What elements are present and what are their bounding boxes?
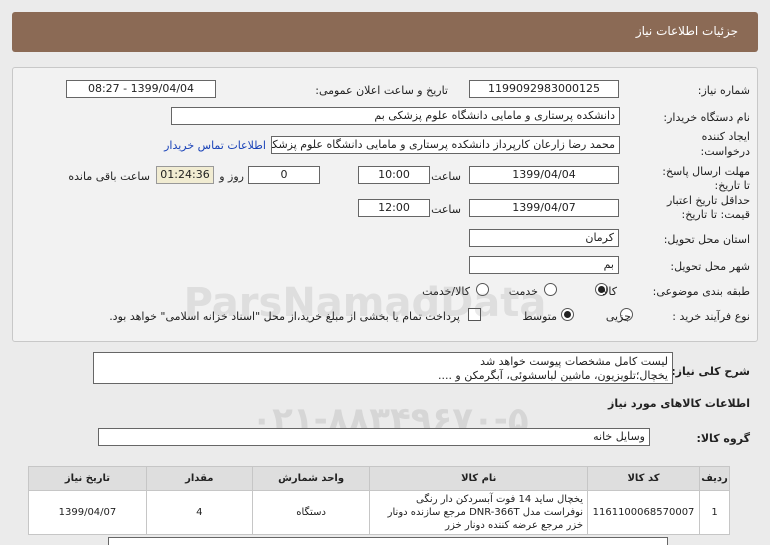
cell-row: 1 [699, 490, 730, 535]
cell-qty: 4 [145, 490, 253, 535]
buyer-contact-link[interactable]: اطلاعات تماس خریدار [164, 139, 266, 152]
page-title: جزئیات اطلاعات نیاز [635, 24, 738, 38]
cell-code: 1161100068570007 [587, 490, 701, 535]
validity-label-2: قیمت: تا تاریخ: [681, 208, 750, 221]
buyer-notes-box [108, 537, 668, 545]
deadline-date-field: 1399/04/04 [469, 166, 619, 184]
goods-group-field: وسایل خانه [98, 428, 650, 446]
announce-field: 1399/04/04 - 08:27 [66, 80, 216, 98]
col-qty: مقدار [145, 466, 253, 491]
goods-group-label: گروه کالا: [696, 432, 750, 445]
process-label: نوع فرآیند خرید : [672, 310, 750, 323]
days-field: 0 [248, 166, 320, 184]
category-option-goods: کالا [602, 285, 617, 298]
category-label: طبقه بندی موضوعی: [652, 285, 750, 298]
validity-time-field: 12:00 [358, 199, 430, 217]
col-date: تاریخ نیاز [28, 466, 147, 491]
remaining-label: ساعت باقی مانده [68, 170, 150, 183]
validity-date-field: 1399/04/07 [469, 199, 619, 217]
buyer-label: نام دستگاه خریدار: [663, 111, 750, 124]
days-label: روز و [219, 170, 244, 183]
need-number-label: شماره نیاز: [697, 84, 750, 97]
page-header: جزئیات اطلاعات نیاز [12, 12, 758, 52]
deadline-label-2: تا تاریخ: [714, 179, 750, 192]
col-name: نام کالا [369, 466, 589, 491]
announce-label: تاریخ و ساعت اعلان عمومی: [315, 84, 448, 97]
province-field: کرمان [469, 229, 619, 247]
summary-box: لیست کامل مشخصات پیوست خواهد شد یخچال؛تل… [93, 352, 673, 384]
col-row: ردیف [699, 466, 730, 491]
col-unit: واحد شمارش [251, 466, 371, 491]
deadline-time-label: ساعت [431, 170, 461, 183]
deadline-time-field: 10:00 [358, 166, 430, 184]
summary-line-1: لیست کامل مشخصات پیوست خواهد شد [480, 355, 668, 368]
col-code: کد کالا [587, 466, 701, 491]
creator-field: محمد رضا زارعان کارپرداز دانشکده پرستاری… [271, 136, 620, 154]
remaining-timer: 01:24:36 [156, 166, 214, 184]
watermark-logo-text: ParsNamadData [183, 280, 547, 326]
deadline-label-1: مهلت ارسال پاسخ: [662, 165, 750, 178]
creator-label-1: ایجاد کننده [701, 130, 750, 143]
cell-date: 1399/04/07 [28, 490, 147, 535]
process-option-minor: جزیی [605, 310, 631, 323]
table-row[interactable]: 1 1161100068570007 یخچال ساید 14 فوت آبس… [28, 490, 730, 535]
validity-time-label: ساعت [431, 203, 461, 216]
cell-unit: دستگاه [251, 490, 371, 535]
city-field: بم [469, 256, 619, 274]
cell-name: یخچال ساید 14 فوت آبسردکن دار رنگی نوفرا… [369, 490, 589, 535]
validity-label-1: حداقل تاریخ اعتبار [666, 194, 750, 207]
city-label: شهر محل تحویل: [670, 260, 750, 273]
goods-section-title: اطلاعات کالاهای مورد نیاز [608, 397, 750, 410]
summary-line-2: یخچال؛تلویزیون، ماشین لباسشوئی، آبگرمکن … [437, 369, 668, 382]
buyer-field: دانشکده پرستاری و مامایی دانشگاه علوم پز… [171, 107, 620, 125]
creator-label-2: درخواست: [700, 145, 750, 158]
summary-label: شرح کلی نیاز: [671, 365, 750, 378]
need-number-field: 1199092983000125 [469, 80, 619, 98]
province-label: استان محل تحویل: [663, 233, 750, 246]
goods-table: ردیف کد کالا نام کالا واحد شمارش مقدار ت… [28, 466, 730, 535]
goods-table-header: ردیف کد کالا نام کالا واحد شمارش مقدار ت… [28, 466, 730, 491]
